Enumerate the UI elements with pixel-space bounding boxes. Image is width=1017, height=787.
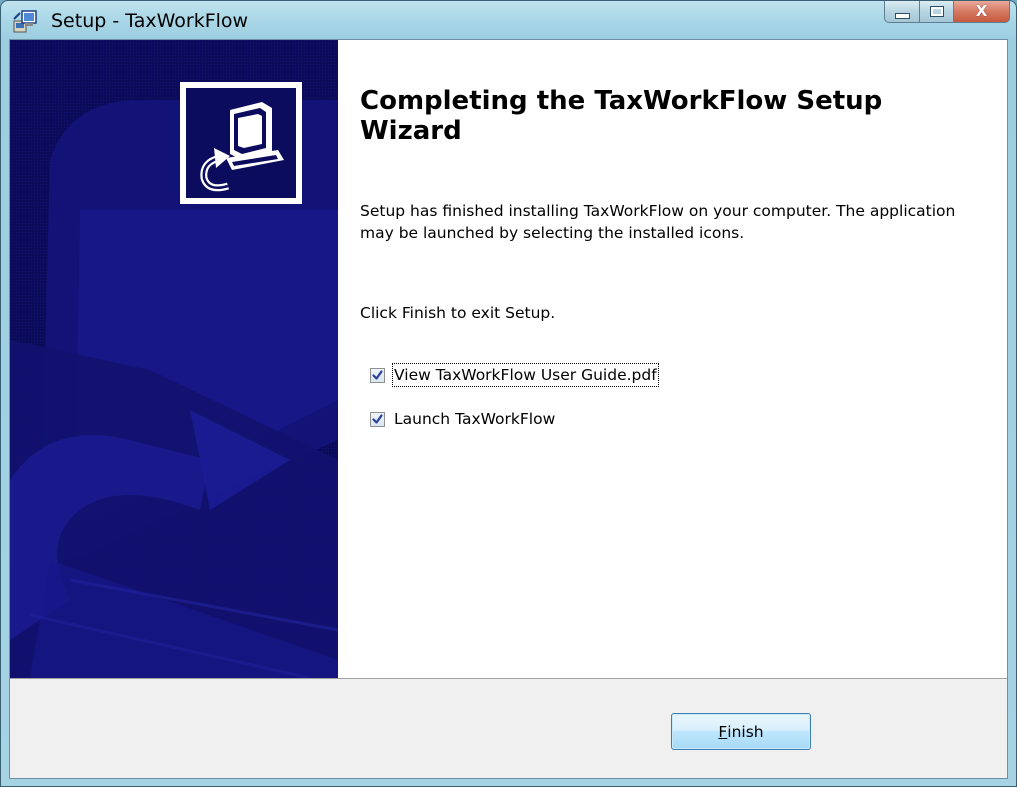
maximize-icon xyxy=(929,6,944,17)
checkmark-icon xyxy=(372,413,383,424)
setup-window: Setup - TaxWorkFlow X Completing the Tax… xyxy=(0,0,1017,787)
finish-message: Setup has finished installing TaxWorkFlo… xyxy=(360,202,956,242)
launch-app-option[interactable]: Launch TaxWorkFlow xyxy=(370,407,556,431)
checkmark-icon xyxy=(372,369,383,380)
exit-instruction: Click Finish to exit Setup. xyxy=(360,304,556,322)
launch-app-label[interactable]: Launch TaxWorkFlow xyxy=(393,408,556,430)
wizard-side-banner xyxy=(10,40,338,678)
caption-buttons: X xyxy=(884,1,1010,25)
finish-mnemonic: F xyxy=(718,722,728,741)
window-title: Setup - TaxWorkFlow xyxy=(51,10,249,32)
minimize-icon xyxy=(894,12,910,19)
setup-logo xyxy=(180,82,302,204)
setup-installer-icon[interactable] xyxy=(11,7,39,35)
minimize-button[interactable] xyxy=(884,1,920,23)
wizard-client-area: Completing the TaxWorkFlow Setup Wizard … xyxy=(9,39,1008,779)
wizard-content: Completing the TaxWorkFlow Setup Wizard … xyxy=(338,40,1007,678)
view-user-guide-checkbox[interactable] xyxy=(370,367,385,383)
launch-app-checkbox[interactable] xyxy=(370,411,385,427)
view-user-guide-option[interactable]: View TaxWorkFlow User Guide.pdf xyxy=(370,363,659,387)
page-title: Completing the TaxWorkFlow Setup Wizard xyxy=(360,86,883,146)
close-icon: X xyxy=(975,2,988,20)
wizard-footer: Finish xyxy=(10,678,1007,778)
finish-label-rest: inish xyxy=(727,722,764,741)
close-button[interactable]: X xyxy=(954,1,1010,23)
computer-install-icon xyxy=(186,88,296,198)
title-bar[interactable]: Setup - TaxWorkFlow X xyxy=(1,1,1016,41)
finish-button[interactable]: Finish xyxy=(671,713,811,750)
maximize-button[interactable] xyxy=(920,1,954,23)
view-user-guide-label[interactable]: View TaxWorkFlow User Guide.pdf xyxy=(392,363,659,387)
